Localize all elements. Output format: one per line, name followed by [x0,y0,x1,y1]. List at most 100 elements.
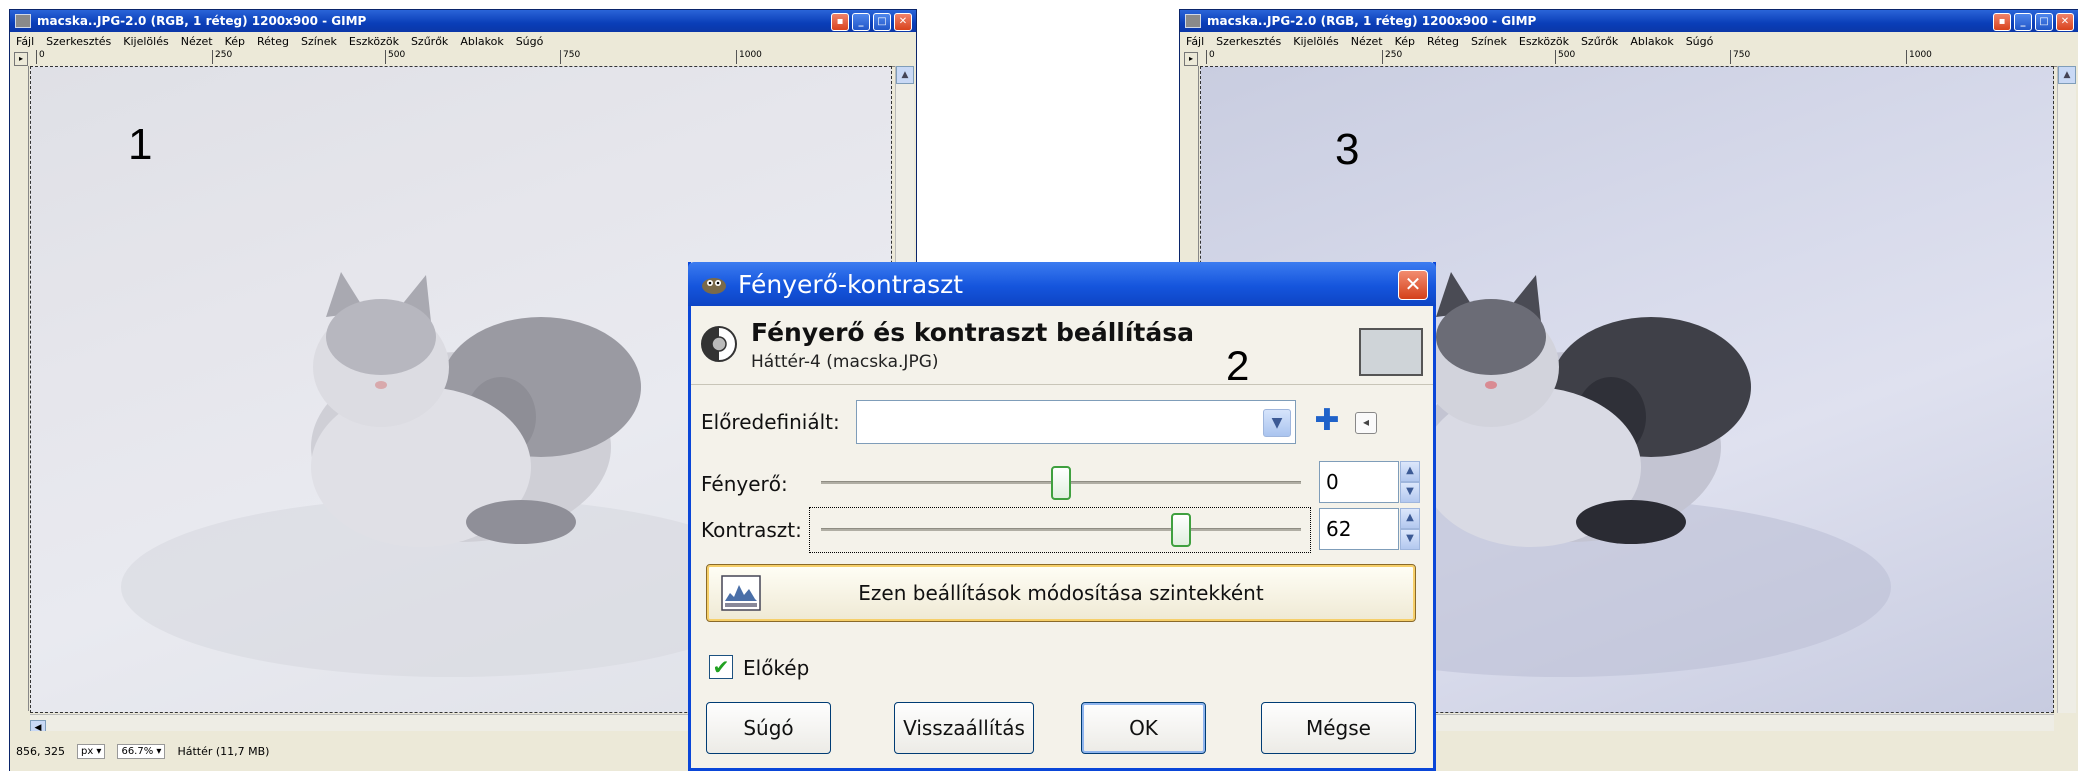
menu-layer[interactable]: Réteg [1427,35,1459,48]
menu-file[interactable]: Fájl [16,35,34,48]
vertical-scrollbar[interactable]: ▲ [2057,66,2076,713]
maximize-button[interactable]: □ [873,13,891,31]
contrast-spinbutton[interactable]: 62 ▲ ▼ [1319,508,1420,550]
menu-windows[interactable]: Ablakok [460,35,503,48]
dialog-heading: Fényerő és kontraszt beállítása [751,318,1194,347]
reset-button-label: Visszaállítás [903,716,1025,740]
quickmask-toggle-icon[interactable]: ▸ [1184,52,1198,66]
menu-help[interactable]: Súgó [1686,35,1714,48]
menu-image[interactable]: Kép [225,35,245,48]
preview-checkbox[interactable]: ✔ [709,655,733,679]
dialog-close-button[interactable]: ✕ [1398,270,1428,300]
gimp-app-icon [1185,14,1201,28]
add-preset-icon[interactable]: ✚ [1313,406,1341,436]
zoom-value: 66.7% [121,745,154,757]
window-title: macska..JPG-2.0 (RGB, 1 réteg) 1200x900 … [37,14,367,28]
dialog-subheading: Háttér-4 (macska.JPG) [751,352,939,372]
cancel-button[interactable]: Mégse [1261,702,1416,754]
contrast-slider[interactable] [821,509,1301,549]
menu-edit[interactable]: Szerkesztés [46,35,111,48]
ruler-tick: 0 [1206,50,1215,64]
scroll-up-icon[interactable]: ▲ [2058,66,2076,84]
gimp-special-icon[interactable]: ▪ [831,13,849,31]
ruler-tick: 1000 [736,50,762,64]
ruler-tick: 1000 [1906,50,1932,64]
menu-view[interactable]: Nézet [1351,35,1383,48]
slider-track [821,528,1301,531]
ruler-tick: 500 [385,50,405,64]
close-button[interactable]: ✕ [2056,13,2074,31]
spin-down-icon[interactable]: ▼ [1400,482,1420,503]
brightness-label: Fényerő: [701,472,788,496]
dialog-titlebar[interactable]: Fényerő-kontraszt ✕ [688,262,1436,306]
image-thumbnail [1359,328,1423,376]
annotation-number-1: 1 [128,120,153,169]
menu-tools[interactable]: Eszközök [349,35,399,48]
window-titlebar[interactable]: macska..JPG-2.0 (RGB, 1 réteg) 1200x900 … [10,10,916,32]
brightness-value: 0 [1326,470,1339,494]
minimize-button[interactable]: _ [852,13,870,31]
menu-colors[interactable]: Színek [1471,35,1507,48]
menu-filters[interactable]: Szűrők [1581,35,1618,48]
reset-button[interactable]: Visszaállítás [894,702,1034,754]
gimp-special-icon[interactable]: ▪ [1993,13,2011,31]
ok-button-label: OK [1129,716,1158,740]
preview-label: Előkép [743,656,810,680]
menu-select[interactable]: Kijelölés [123,35,168,48]
ruler-tick: 500 [1555,50,1575,64]
brightness-slider[interactable] [821,462,1301,502]
spin-up-icon[interactable]: ▲ [1400,508,1420,529]
unit-select[interactable]: px ▾ [76,743,106,759]
brightness-slider-handle[interactable] [1051,466,1071,500]
menu-help[interactable]: Súgó [516,35,544,48]
spin-up-icon[interactable]: ▲ [1400,461,1420,482]
maximize-button[interactable]: □ [2035,13,2053,31]
contrast-slider-handle[interactable] [1171,513,1191,547]
ruler-tick: 250 [212,50,232,64]
layer-status: Háttér (11,7 MB) [177,744,270,758]
menu-select[interactable]: Kijelölés [1293,35,1338,48]
annotation-number-3: 3 [1335,125,1360,174]
ruler-tick: 0 [36,50,45,64]
close-button[interactable]: ✕ [894,13,912,31]
brightness-contrast-dialog: Fényerő-kontraszt ✕ Fényerő és kontraszt… [688,262,1436,771]
vertical-ruler[interactable] [10,66,29,711]
menu-windows[interactable]: Ablakok [1630,35,1673,48]
unit-value: px [80,745,94,757]
horizontal-ruler[interactable]: 0 250 500 750 1000 [1200,50,2068,67]
menu-tools[interactable]: Eszközök [1519,35,1569,48]
dialog-title: Fényerő-kontraszt [738,269,964,299]
contrast-value: 62 [1326,517,1352,541]
menu-file[interactable]: Fájl [1186,35,1204,48]
preset-combo[interactable]: ▼ [856,400,1296,444]
window-titlebar[interactable]: macska..JPG-2.0 (RGB, 1 réteg) 1200x900 … [1180,10,2078,32]
annotation-number-2: 2 [1226,342,1250,389]
ruler-tick: 750 [560,50,580,64]
menu-layer[interactable]: Réteg [257,35,289,48]
pointer-coordinates: 856, 325 [16,744,65,758]
menubar: Fájl Szerkesztés Kijelölés Nézet Kép Rét… [10,32,916,50]
menu-edit[interactable]: Szerkesztés [1216,35,1281,48]
help-button[interactable]: Súgó [706,702,831,754]
edit-as-levels-label: Ezen beállítások módosítása szintekként [858,581,1264,605]
menu-image[interactable]: Kép [1395,35,1415,48]
quickmask-toggle-icon[interactable]: ▸ [14,52,28,66]
ok-button[interactable]: OK [1081,702,1206,754]
brightness-spinbutton[interactable]: 0 ▲ ▼ [1319,461,1420,503]
scroll-up-icon[interactable]: ▲ [896,66,914,84]
gimp-wilber-icon [698,271,730,297]
edit-as-levels-button[interactable]: Ezen beállítások módosítása szintekként [706,564,1416,622]
menu-view[interactable]: Nézet [181,35,213,48]
help-button-label: Súgó [743,716,794,740]
menubar: Fájl Szerkesztés Kijelölés Nézet Kép Rét… [1180,32,2078,50]
zoom-select[interactable]: 66.7% ▾ [117,743,166,759]
menu-filters[interactable]: Szűrők [411,35,448,48]
chevron-down-icon[interactable]: ▼ [1263,409,1291,437]
window-title: macska..JPG-2.0 (RGB, 1 réteg) 1200x900 … [1207,14,1537,28]
preset-menu-icon[interactable]: ◂ [1355,412,1377,434]
menu-colors[interactable]: Színek [301,35,337,48]
horizontal-ruler[interactable]: 0 250 500 750 1000 [30,50,906,67]
spin-down-icon[interactable]: ▼ [1400,529,1420,550]
preset-label: Előredefiniált: [701,410,840,434]
minimize-button[interactable]: _ [2014,13,2032,31]
